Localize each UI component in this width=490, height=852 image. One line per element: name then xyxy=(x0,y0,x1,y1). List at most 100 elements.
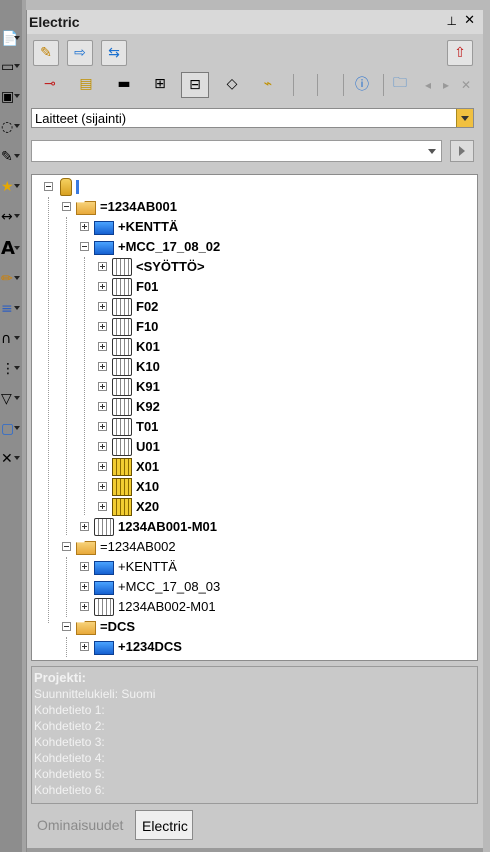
collapse-toggle[interactable] xyxy=(62,202,71,211)
collapse-toggle[interactable] xyxy=(80,242,89,251)
tree-node[interactable]: +MCC_17_08_02 xyxy=(80,237,380,257)
tab-electric[interactable]: Electric xyxy=(135,810,193,840)
diamond-button[interactable]: ◇ xyxy=(219,72,247,98)
properties-box: Projekti: Suunnittelukieli: Suomi Kohdet… xyxy=(31,666,478,804)
device-icon xyxy=(94,518,114,536)
expand-toggle[interactable] xyxy=(80,602,89,611)
tree-node[interactable]: K10 xyxy=(98,357,398,377)
scroll-left-icon[interactable]: ◂ xyxy=(425,78,431,92)
collapse-toggle[interactable] xyxy=(44,182,53,191)
tree-node[interactable]: K01 xyxy=(98,337,398,357)
expand-toggle[interactable] xyxy=(80,562,89,571)
expand-toggle[interactable] xyxy=(98,482,107,491)
device-icon xyxy=(112,318,132,336)
tree-node[interactable]: K92 xyxy=(98,397,398,417)
text-icon[interactable]: A xyxy=(0,238,20,260)
document-icon[interactable]: 📄 xyxy=(0,28,20,50)
pen-icon[interactable]: ✎ xyxy=(0,146,20,168)
tree-node-label: K10 xyxy=(136,359,160,374)
tree-node[interactable]: +KENTTÄ xyxy=(80,217,380,237)
tree-node[interactable]: +1234DCS xyxy=(80,637,380,657)
expand-toggle[interactable] xyxy=(98,462,107,471)
new-folder-button[interactable]: 🗀 xyxy=(387,72,415,98)
tree-node[interactable]: =1234AB001 xyxy=(62,197,362,217)
dimension-icon[interactable]: ↔ xyxy=(0,206,20,228)
expand-toggle[interactable] xyxy=(98,502,107,511)
tree-node[interactable]: U01 xyxy=(98,437,398,457)
tree-node[interactable]: F02 xyxy=(98,297,398,317)
pencil-icon[interactable]: ✏ xyxy=(0,268,20,290)
expand-toggle[interactable] xyxy=(80,642,89,651)
info-button[interactable]: ⓘ xyxy=(349,72,377,98)
tree-node[interactable]: X10 xyxy=(98,477,398,497)
tree-node[interactable]: T01 xyxy=(98,417,398,437)
tag-button[interactable]: ⌁ xyxy=(255,72,283,98)
chevron-down-icon[interactable] xyxy=(425,144,439,158)
tree-node[interactable]: K91 xyxy=(98,377,398,397)
tab-properties[interactable]: Ominaisuudet xyxy=(31,810,135,840)
expand-toggle[interactable] xyxy=(98,382,107,391)
cabinet-upload-button[interactable]: ⇧ xyxy=(447,40,473,66)
expand-toggle[interactable] xyxy=(80,222,89,231)
tree-node[interactable]: =DCS xyxy=(62,617,362,637)
search-input[interactable] xyxy=(31,140,442,162)
tree-node[interactable]: <SYÖTTÖ> xyxy=(98,257,398,277)
tree-node-label: F10 xyxy=(136,319,159,334)
import-button[interactable]: ⇆ xyxy=(101,40,127,66)
tree-node[interactable]: =1234AB002 xyxy=(62,537,362,557)
tree-node[interactable]: F10 xyxy=(98,317,398,337)
expand-toggle[interactable] xyxy=(98,262,107,271)
expand-toggle[interactable] xyxy=(98,302,107,311)
device-frame-button[interactable]: ⊞ xyxy=(147,72,175,98)
cross-icon[interactable]: ✕ xyxy=(0,448,20,470)
layers-icon[interactable]: ≡ xyxy=(0,298,20,320)
tree-node[interactable]: 1234AB001-M01 xyxy=(80,517,380,537)
grid-icon[interactable]: ⋮ xyxy=(0,358,20,380)
tree-node[interactable]: +KENTTÄ xyxy=(80,557,380,577)
tree-node[interactable]: 1234AB002-M01 xyxy=(80,597,380,617)
monitor-icon[interactable]: ▢ xyxy=(0,418,20,440)
cabinet-upload-icon: ⇧ xyxy=(454,45,466,61)
device-icon xyxy=(112,298,132,316)
filter-icon[interactable]: ▽ xyxy=(0,388,20,410)
close-icon[interactable]: ✕ xyxy=(464,13,475,28)
magnet-icon[interactable]: ∩ xyxy=(0,328,20,350)
tree-node[interactable]: X01 xyxy=(98,457,398,477)
left-toolbar: 📄 ▭ ▣ ◌ ✎ ★ ↔ A ✏ ≡ ∩ ⋮ ▽ ▢ ✕ xyxy=(0,0,22,852)
tree-root[interactable] xyxy=(44,177,344,197)
expand-toggle[interactable] xyxy=(80,522,89,531)
star-icon[interactable]: ★ xyxy=(0,176,20,198)
tree-node[interactable]: X20 xyxy=(98,497,398,517)
expand-toggle[interactable] xyxy=(98,442,107,451)
export-button[interactable]: ⇨ xyxy=(67,40,93,66)
frame-icon[interactable]: ▣ xyxy=(0,86,20,108)
expand-toggle[interactable] xyxy=(98,282,107,291)
expand-toggle[interactable] xyxy=(98,362,107,371)
chevron-down-icon[interactable] xyxy=(456,109,473,127)
separator xyxy=(343,74,344,96)
toolbar-close-icon[interactable]: ✕ xyxy=(461,78,471,92)
expand-toggle[interactable] xyxy=(98,342,107,351)
search-go-button[interactable] xyxy=(450,140,474,162)
scroll-right-icon[interactable]: ▸ xyxy=(443,78,449,92)
property-line: Kohdetieto 6: xyxy=(34,783,105,797)
expand-toggle[interactable] xyxy=(98,402,107,411)
expand-toggle[interactable] xyxy=(98,322,107,331)
component-button[interactable]: ▬ xyxy=(111,72,139,98)
wire-button[interactable]: ⊸ xyxy=(37,72,65,98)
view-selector[interactable]: Laitteet (sijainti) xyxy=(31,108,474,128)
collapse-toggle[interactable] xyxy=(62,622,71,631)
edit-icon: ✎ xyxy=(40,45,52,61)
device-tree[interactable]: =1234AB001 +KENTTÄ +MCC_17_08_02 <SYÖTTÖ… xyxy=(31,174,478,661)
lasso-icon[interactable]: ◌ xyxy=(0,116,20,138)
pin-icon[interactable]: ⊥ xyxy=(447,14,457,28)
layers-stack-button[interactable]: ▤ xyxy=(73,72,101,98)
edit-button[interactable]: ✎ xyxy=(33,40,59,66)
collapse-toggle[interactable] xyxy=(62,542,71,551)
tree-node[interactable]: +MCC_17_08_03 xyxy=(80,577,380,597)
device-frame-selected-button[interactable]: ⊟ xyxy=(181,72,209,98)
expand-toggle[interactable] xyxy=(98,422,107,431)
window-icon[interactable]: ▭ xyxy=(0,56,20,78)
expand-toggle[interactable] xyxy=(80,582,89,591)
tree-node[interactable]: F01 xyxy=(98,277,398,297)
